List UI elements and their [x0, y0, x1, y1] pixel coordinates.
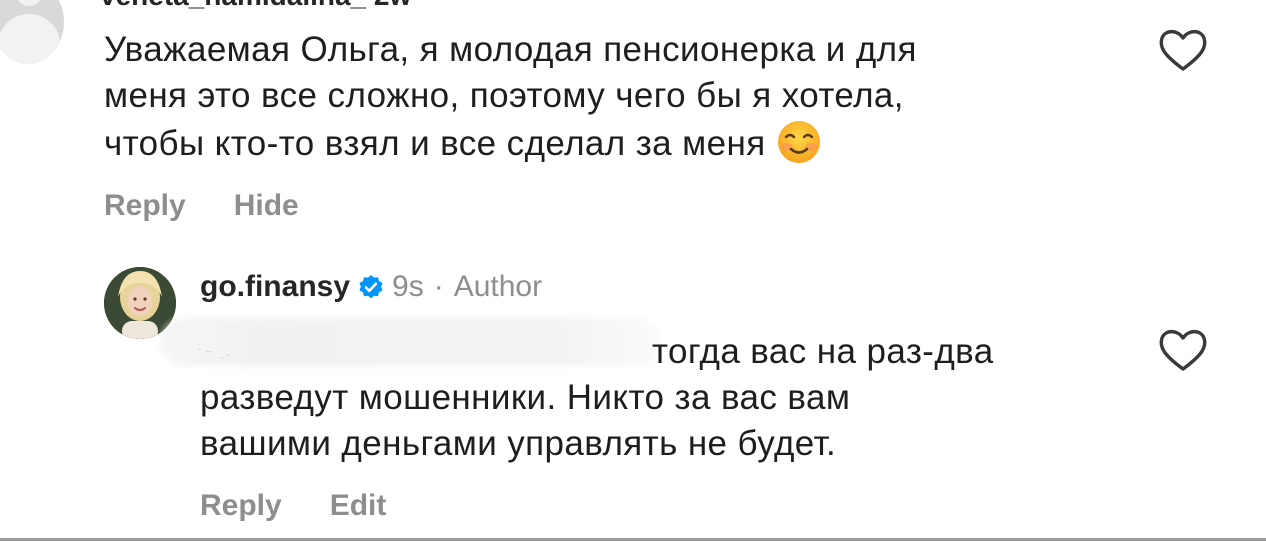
- like-heart-icon[interactable]: [1156, 325, 1210, 375]
- smiling-face-emoji-icon: [777, 121, 820, 163]
- meta-separator: ·: [433, 270, 444, 303]
- comment-username[interactable]: veneta_hamidalina_ 2w: [100, 0, 411, 12]
- comment-text-line: разведут мошенники. Никто за вас вам: [200, 378, 851, 417]
- comment-text: тогда вас на раз-два разведут мошенники.…: [200, 329, 1100, 467]
- hide-button[interactable]: Hide: [234, 189, 299, 223]
- comment-text: Уважаемая Ольга, я молодая пенсионерка и…: [104, 27, 1134, 167]
- author-label: Author: [453, 270, 543, 303]
- reply-button[interactable]: Reply: [104, 189, 186, 223]
- verified-badge-icon: [359, 275, 383, 299]
- comment-username[interactable]: go.finansy: [200, 270, 350, 304]
- comment-meta: go.finansy 9s · Author: [200, 270, 542, 304]
- edit-button[interactable]: Edit: [330, 489, 387, 523]
- comment-text-line: меня это все сложно, поэтому чего бы я х…: [104, 76, 904, 115]
- comment-actions: Reply Edit: [200, 489, 386, 523]
- comment-text-line: тогда вас на раз-два: [652, 332, 994, 371]
- default-avatar-icon[interactable]: [0, 0, 64, 64]
- like-heart-icon[interactable]: [1156, 25, 1210, 75]
- comment-text-line: Уважаемая Ольга, я молодая пенсионерка и…: [104, 30, 917, 69]
- comment-text-line: чтобы кто-то взял и все сделал за меня: [104, 124, 766, 163]
- comment-actions: Reply Hide: [104, 189, 299, 223]
- reply-button[interactable]: Reply: [200, 489, 282, 523]
- comments-thread: veneta_hamidalina_ 2w Уважаемая Ольга, я…: [0, 0, 1266, 541]
- comment-timestamp: 9s: [392, 270, 424, 303]
- comment-text-line: вашими деньгами управлять не будет.: [200, 424, 837, 463]
- comment-text-line-with-emoji: чтобы кто-то взял и все сделал за меня: [104, 119, 1134, 167]
